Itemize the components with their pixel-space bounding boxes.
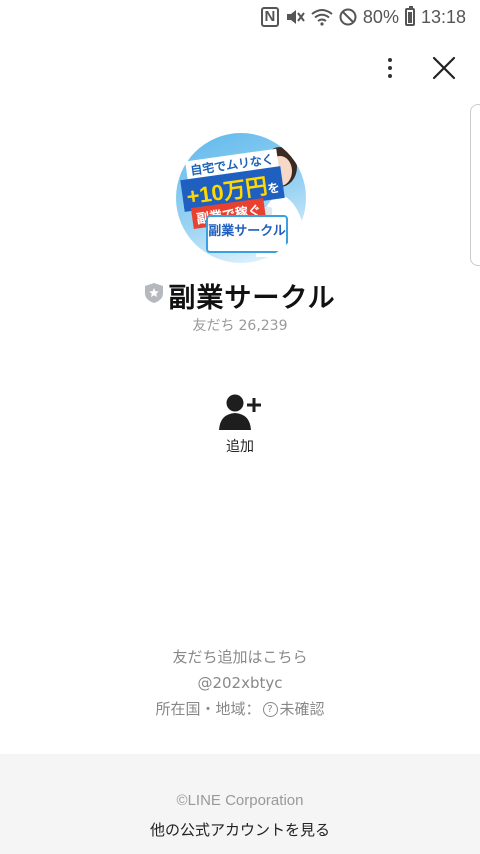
wifi-icon xyxy=(311,8,333,26)
location-value: 未確認 xyxy=(279,700,325,718)
friends-count: 友だち 26,239 xyxy=(0,315,480,335)
shield-star-icon xyxy=(145,282,164,303)
location-row: 所在国・地域：? 未確認 xyxy=(0,696,480,722)
friends-number: 26,239 xyxy=(238,318,288,334)
copyright: ©LINE Corporation xyxy=(176,792,304,809)
add-friend-label: 追加 xyxy=(226,439,254,455)
battery-icon xyxy=(404,6,415,26)
add-friend-icon xyxy=(219,394,261,430)
close-icon[interactable] xyxy=(428,52,460,84)
mute-icon xyxy=(285,8,305,26)
nfc-icon: N xyxy=(260,7,279,27)
top-actions xyxy=(380,52,460,84)
clock: 13:18 xyxy=(420,6,466,27)
battery-percent: 80% xyxy=(362,6,399,27)
other-accounts-link[interactable]: 他の公式アカウントを見る xyxy=(0,819,480,840)
more-vertical-icon[interactable] xyxy=(380,52,400,84)
question-icon[interactable]: ? xyxy=(262,702,278,717)
account-name: 副業サークル xyxy=(168,283,336,314)
info-block: 友だち追加はこちら @202xbtyc 所在国・地域：? 未確認 xyxy=(0,644,480,722)
location-label: 所在国・地域： xyxy=(155,700,261,718)
avatar-banner-suffix: を xyxy=(266,180,281,197)
add-friend-button[interactable]: 追加 xyxy=(210,392,270,458)
avatar[interactable]: 自宅でムリなく +10万円を 副業で稼ぐ 副業サークル xyxy=(176,133,306,263)
do-not-disturb-icon xyxy=(339,8,357,26)
add-friend-text: 友だち追加はこちら xyxy=(172,648,308,666)
avatar-logo: 副業サークル xyxy=(206,215,288,253)
footer: ©LINE Corporation 他の公式アカウントを見る xyxy=(0,754,480,854)
line-id: @202xbtyc xyxy=(197,674,283,692)
status-bar: N 80% 13:18 xyxy=(0,0,480,34)
friends-label: 友だち xyxy=(192,318,235,334)
edge-panel-handle[interactable] xyxy=(470,104,480,266)
account-name-row: 副業サークル xyxy=(0,276,480,315)
